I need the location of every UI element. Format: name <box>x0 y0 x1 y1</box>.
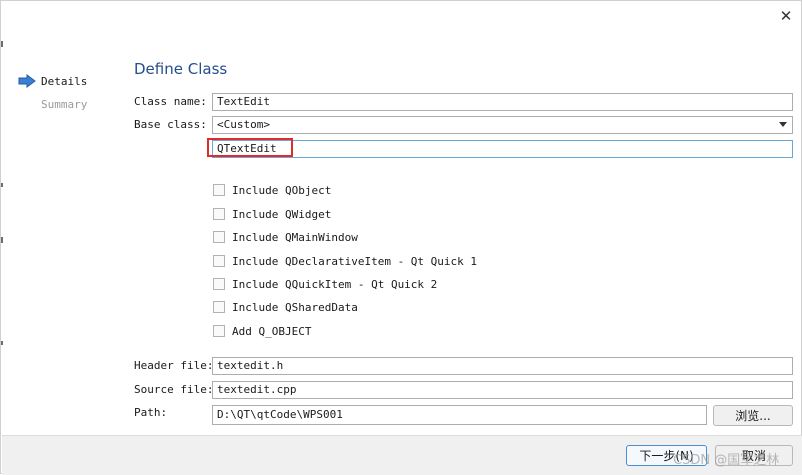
checkbox-label: Add Q_OBJECT <box>232 324 312 338</box>
source-file-input[interactable]: textedit.cpp <box>212 381 793 399</box>
source-file-label: Source file: <box>134 383 214 396</box>
checkbox-label: Include QMainWindow <box>232 230 358 244</box>
wizard-step-summary[interactable]: Summary <box>41 98 87 111</box>
checkbox-label: Include QDeclarativeItem - Qt Quick 1 <box>232 254 478 268</box>
checkbox[interactable] <box>213 208 225 220</box>
checkbox[interactable] <box>213 184 225 196</box>
checkbox[interactable] <box>213 231 225 243</box>
checkbox-label: Include QObject <box>232 183 332 197</box>
new-class-wizard-window: ✕ Details Summary Define Class Class nam… <box>0 0 802 475</box>
current-step-arrow-icon <box>18 74 36 88</box>
chevron-down-icon[interactable] <box>779 122 787 127</box>
header-file-input[interactable]: textedit.h <box>212 357 793 375</box>
checkbox-row[interactable]: Include QDeclarativeItem - Qt Quick 1 <box>213 253 477 269</box>
checkbox-label: Include QWidget <box>232 207 332 221</box>
base-class-selected-value: <Custom> <box>217 118 270 131</box>
class-name-label: Class name: <box>134 95 207 108</box>
custom-base-class-input[interactable]: QTextEdit <box>212 140 793 158</box>
checkbox[interactable] <box>213 255 225 267</box>
window-edge-mark <box>1 183 3 187</box>
base-class-combobox[interactable]: <Custom> <box>212 116 793 134</box>
window-edge-mark <box>1 41 3 47</box>
browse-button[interactable]: 浏览... <box>713 405 793 426</box>
checkbox-label: Include QQuickItem - Qt Quick 2 <box>232 277 438 291</box>
next-button[interactable]: 下一步(N) <box>626 445 707 466</box>
path-label: Path: <box>134 406 168 419</box>
checkbox-row[interactable]: Include QSharedData <box>213 299 358 315</box>
checkbox-row[interactable]: Include QMainWindow <box>213 229 358 245</box>
path-input[interactable]: D:\QT\qtCode\WPS001 <box>212 405 707 425</box>
checkbox-row[interactable]: Include QWidget <box>213 206 331 222</box>
checkbox-row[interactable]: Add Q_OBJECT <box>213 323 311 339</box>
checkbox[interactable] <box>213 325 225 337</box>
checkbox-row[interactable]: Include QQuickItem - Qt Quick 2 <box>213 276 437 292</box>
window-edge-mark <box>1 341 3 345</box>
base-class-label: Base class: <box>134 118 207 131</box>
window-edge-mark <box>1 237 3 243</box>
page-title: Define Class <box>134 60 228 78</box>
checkbox[interactable] <box>213 278 225 290</box>
header-file-label: Header file: <box>134 359 214 372</box>
close-icon[interactable]: ✕ <box>773 5 799 27</box>
cancel-button[interactable]: 取消 <box>715 445 793 466</box>
checkbox[interactable] <box>213 301 225 313</box>
class-name-input[interactable]: TextEdit <box>212 93 793 111</box>
checkbox-row[interactable]: Include QObject <box>213 182 331 198</box>
checkbox-label: Include QSharedData <box>232 300 358 314</box>
wizard-step-details[interactable]: Details <box>41 75 87 88</box>
